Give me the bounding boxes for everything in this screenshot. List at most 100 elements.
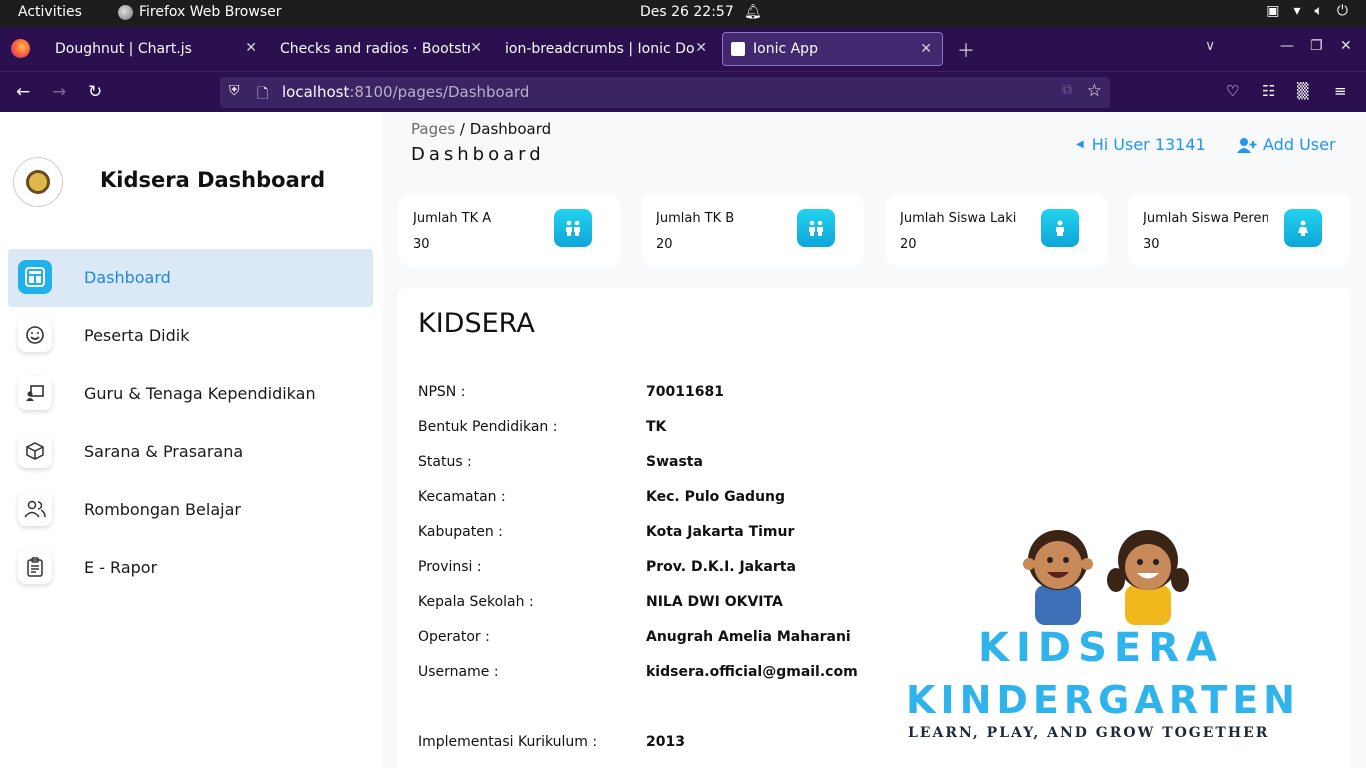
shield-icon[interactable]: ⛨: [229, 83, 240, 99]
school-logo: [13, 157, 63, 207]
maximize-icon[interactable]: ❐: [1310, 38, 1323, 54]
close-tab-icon[interactable]: ✕: [470, 40, 482, 56]
browser-tab[interactable]: ion-breadcrumbs | Ionic Docu ✕: [495, 32, 717, 66]
children-icon: [554, 209, 592, 247]
breadcrumb: Pages / Dashboard: [411, 120, 551, 138]
sidebar-item-peserta-didik[interactable]: Peserta Didik: [8, 307, 373, 365]
teacher-icon: [18, 376, 52, 410]
info-value: NILA DWI OKVITA: [646, 594, 783, 610]
boy-icon: [1041, 209, 1079, 247]
info-value: TK: [646, 419, 667, 435]
browser-tab[interactable]: Doughnut | Chart.js ✕: [45, 32, 267, 66]
system-tray[interactable]: ▣ ▾ 🔈︎ ⏻: [1266, 3, 1348, 19]
new-tab-icon[interactable]: ＋: [957, 37, 975, 63]
reload-icon[interactable]: ↻: [88, 82, 102, 102]
brand-title: Kidsera Dashboard: [100, 168, 326, 192]
stat-card-siswa-perempuan: Jumlah Siswa Perempuan 30: [1128, 193, 1351, 267]
url-bar[interactable]: ⛨ 🗋 localhost:8100/pages/Dashboard ⧉ ☆: [220, 77, 1110, 108]
forward-icon[interactable]: →: [52, 82, 66, 102]
minimize-icon[interactable]: —: [1280, 38, 1294, 54]
hamburger-menu-icon[interactable]: ≡: [1334, 82, 1347, 100]
clock[interactable]: Des 26 22:57: [640, 4, 734, 20]
sidebar-item-sarana[interactable]: Sarana & Prasarana: [8, 423, 373, 481]
info-value: Kota Jakarta Timur: [646, 524, 795, 540]
sidebar-item-guru[interactable]: Guru & Tenaga Kependidikan: [8, 365, 373, 423]
system-top-bar: Activities Firefox Web Browser Des 26 22…: [0, 0, 1366, 27]
info-key: Status :: [418, 454, 472, 470]
info-key: Username :: [418, 664, 499, 680]
school-title: KIDSERA: [418, 308, 535, 339]
info-key: Kecamatan :: [418, 489, 506, 505]
browser-tab[interactable]: Checks and radios · Bootstra ✕: [270, 32, 492, 66]
extensions-grid-icon[interactable]: ▒: [1297, 82, 1309, 100]
browser-tab-strip: Doughnut | Chart.js ✕ Checks and radios …: [0, 27, 1366, 71]
info-value: 2013: [646, 734, 685, 750]
close-tab-icon[interactable]: ✕: [245, 40, 257, 56]
stat-card-tk-b: Jumlah TK B 20: [641, 193, 864, 267]
stat-value: 20: [900, 237, 917, 252]
discord-icon: ▣: [1266, 3, 1280, 19]
url-host: localhost: [282, 83, 350, 101]
url-text[interactable]: localhost:8100/pages/Dashboard: [282, 83, 529, 101]
info-value: Kec. Pulo Gadung: [646, 489, 786, 505]
breadcrumb-root[interactable]: Pages: [411, 120, 455, 138]
stat-value: 30: [413, 237, 430, 252]
info-key: Kabupaten :: [418, 524, 503, 540]
volume-icon: 🔈︎: [1314, 3, 1323, 19]
info-key: NPSN :: [418, 384, 466, 400]
logo-word-kindergarten: KINDERGARTEN: [906, 678, 1300, 722]
smile-icon: [18, 318, 52, 352]
breadcrumb-separator: /: [455, 120, 470, 138]
bookmark-star-icon[interactable]: ☆: [1087, 81, 1102, 101]
back-icon[interactable]: ←: [16, 82, 30, 102]
pocket-icon[interactable]: ♡: [1226, 82, 1239, 100]
sidebar-item-e-rapor[interactable]: E - Rapor: [8, 539, 373, 597]
activities-button[interactable]: Activities: [18, 4, 82, 20]
tab-title: Checks and radios · Bootstra: [280, 41, 470, 57]
breadcrumb-current: Dashboard: [469, 120, 552, 138]
sidebar-item-dashboard[interactable]: Dashboard: [8, 249, 373, 307]
browser-tab-active[interactable]: Ionic App ✕: [722, 32, 943, 66]
translate-extension-icon[interactable]: ☷: [1262, 82, 1275, 100]
info-key: Provinsi :: [418, 559, 482, 575]
user-greeting: Hi User 13141: [1091, 135, 1206, 154]
info-value: Swasta: [646, 454, 703, 470]
close-tab-icon[interactable]: ✕: [695, 40, 707, 56]
dashboard-icon: [18, 260, 52, 294]
sidebar-item-rombongan[interactable]: Rombongan Belajar: [8, 481, 373, 539]
children-icon: [797, 209, 835, 247]
close-tab-icon[interactable]: ✕: [920, 41, 932, 57]
app-name-label: Firefox Web Browser: [139, 4, 282, 20]
user-menu-button[interactable]: ◀ Hi User 13141: [1076, 135, 1206, 154]
sidebar-item-label: Peserta Didik: [84, 326, 190, 345]
stat-label: Jumlah TK A: [413, 211, 492, 226]
app-menu[interactable]: Firefox Web Browser: [118, 4, 282, 20]
stat-card-tk-a: Jumlah TK A 30: [398, 193, 621, 267]
tab-title: Doughnut | Chart.js: [55, 41, 192, 57]
stat-label: Jumlah Siswa Laki: [900, 211, 1017, 226]
info-value: kidsera.official@gmail.com: [646, 664, 858, 680]
cube-icon: [18, 434, 52, 468]
translate-icon[interactable]: ⧉: [1062, 82, 1072, 98]
stat-value: 30: [1143, 237, 1160, 252]
sidebar-item-label: Sarana & Prasarana: [84, 442, 244, 461]
url-path: :8100/pages/Dashboard: [349, 83, 530, 101]
sidebar-item-label: E - Rapor: [84, 558, 158, 577]
page-icon[interactable]: 🗋: [257, 83, 268, 107]
stat-label: Jumlah Siswa Perempuan: [1143, 211, 1268, 226]
alarm-icon: 🔔︎: [744, 4, 762, 20]
logo-tagline: LEARN, PLAY, AND GROW TOGETHER: [908, 725, 1270, 741]
stat-card-siswa-laki: Jumlah Siswa Laki 20: [885, 193, 1108, 267]
add-user-label: Add User: [1263, 135, 1336, 154]
ionic-favicon-icon: [731, 42, 745, 56]
info-key: Bentuk Pendidikan :: [418, 419, 558, 435]
page-title: Dashboard: [411, 144, 545, 165]
close-window-icon[interactable]: ✕: [1340, 38, 1352, 54]
tab-title: Ionic App: [753, 41, 818, 57]
info-key: Operator :: [418, 629, 490, 645]
list-all-tabs-icon[interactable]: ∨: [1205, 38, 1215, 54]
info-value: Prov. D.K.I. Jakarta: [646, 559, 796, 575]
logo-word-kidsera: KIDSERA: [978, 625, 1224, 671]
clipboard-icon: [18, 550, 52, 584]
add-user-button[interactable]: Add User: [1237, 135, 1336, 154]
